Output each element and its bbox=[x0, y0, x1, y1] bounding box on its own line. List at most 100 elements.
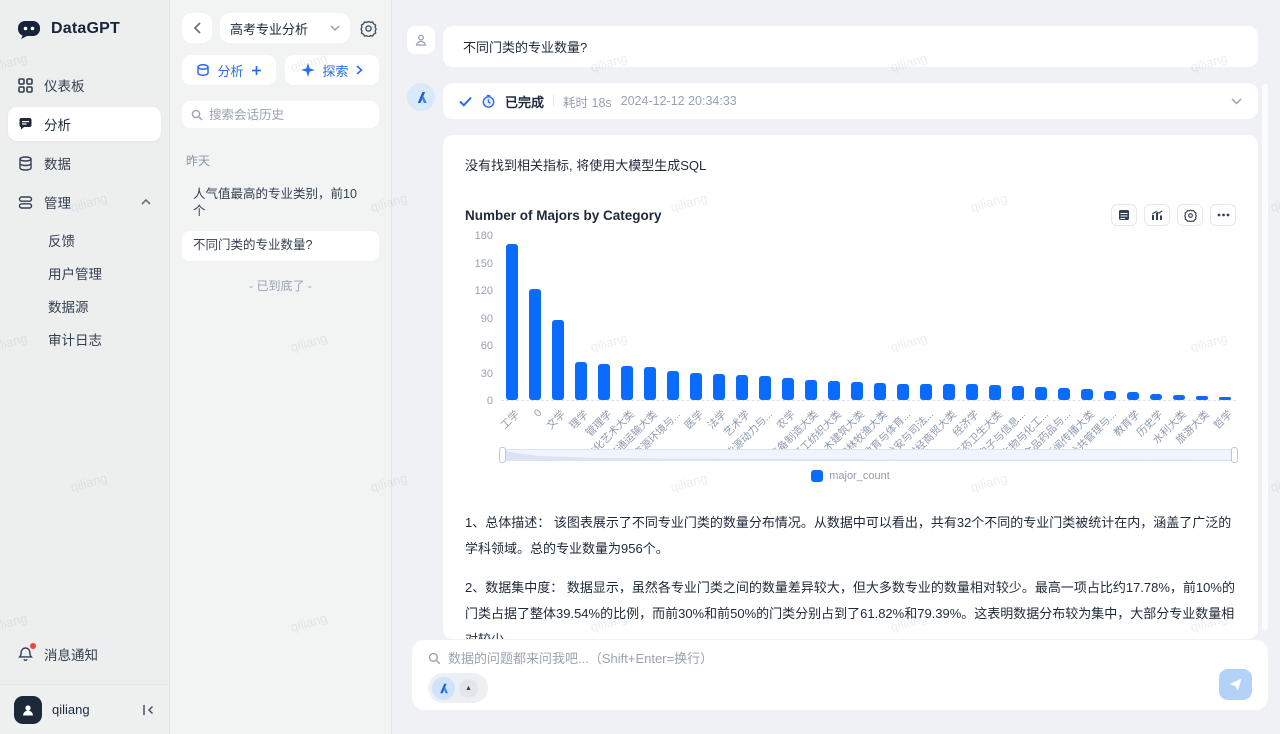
bar[interactable] bbox=[552, 320, 564, 400]
bar-slot: 生物与化工... bbox=[1029, 236, 1052, 400]
bar[interactable] bbox=[1081, 389, 1093, 400]
chart-legend[interactable]: major_count bbox=[465, 470, 1236, 482]
bar[interactable] bbox=[1219, 397, 1231, 400]
bar[interactable] bbox=[920, 384, 932, 401]
sidebar-item-user-management[interactable]: 用户管理 bbox=[8, 257, 161, 289]
legend-swatch bbox=[811, 470, 823, 482]
send-button[interactable] bbox=[1219, 669, 1252, 700]
bar-slot: 农学 bbox=[777, 236, 800, 400]
task-status-card[interactable]: 已完成 耗时 18s 2024-12-12 20:34:33 bbox=[443, 83, 1258, 119]
bar[interactable] bbox=[667, 371, 679, 400]
bar[interactable] bbox=[1104, 391, 1116, 400]
bar[interactable] bbox=[805, 380, 817, 400]
analysis-button[interactable]: 分析 bbox=[182, 55, 276, 85]
explore-button[interactable]: 探索 bbox=[285, 55, 379, 85]
sidebar-item-data[interactable]: 数据 bbox=[8, 146, 161, 180]
datazoom-slider[interactable] bbox=[501, 449, 1236, 461]
bar[interactable] bbox=[828, 381, 840, 400]
bar-chart: 0306090120150180 工学0文学理学管理学文化艺术大类交通运输大类资… bbox=[465, 236, 1236, 401]
composer: ▲ bbox=[412, 640, 1268, 710]
search-icon bbox=[191, 109, 203, 121]
bar-slot: 土木建筑大类 bbox=[846, 236, 869, 400]
x-axis-label: 文学 bbox=[544, 407, 569, 432]
y-axis-tick: 90 bbox=[481, 313, 493, 325]
bar[interactable] bbox=[1173, 395, 1185, 400]
workspace-select[interactable]: 高考专业分析 bbox=[220, 13, 350, 43]
question-input[interactable] bbox=[448, 651, 1252, 666]
chart-settings-button[interactable] bbox=[1177, 204, 1203, 226]
y-axis-tick: 60 bbox=[481, 340, 493, 352]
bar-slot: 食品药品与... bbox=[1052, 236, 1075, 400]
bar[interactable] bbox=[690, 373, 702, 401]
bar[interactable] bbox=[897, 384, 909, 401]
table-view-button[interactable] bbox=[1111, 204, 1137, 226]
bar-slot: 理学 bbox=[570, 236, 593, 400]
bar[interactable] bbox=[989, 385, 1001, 400]
sidebar-item-dashboard[interactable]: 仪表板 bbox=[8, 68, 161, 102]
bar[interactable] bbox=[621, 366, 633, 400]
collapse-sidebar-icon[interactable] bbox=[142, 704, 155, 716]
settings-button[interactable] bbox=[358, 18, 379, 39]
back-button[interactable] bbox=[182, 13, 212, 43]
datazoom-left-handle[interactable] bbox=[499, 447, 506, 463]
analysis-text: 1、总体描述： 该图表展示了不同专业门类的数量分布情况。从数据中可以看出，共有3… bbox=[465, 510, 1236, 639]
bar[interactable] bbox=[1012, 386, 1024, 400]
sidebar-item-audit-log[interactable]: 审计日志 bbox=[8, 323, 161, 355]
bar-slot: 经济学 bbox=[960, 236, 983, 400]
app-root: DataGPT 仪表板 分析 数据 管理 反馈 用户管理 bbox=[0, 0, 1280, 734]
bar[interactable] bbox=[1150, 394, 1162, 400]
conversation-search-input[interactable] bbox=[209, 108, 370, 122]
x-axis-label: 哲学 bbox=[1210, 407, 1235, 432]
conversation-title: 人气值最高的专业类别，前10个 bbox=[193, 186, 368, 220]
user-avatar[interactable] bbox=[14, 696, 42, 724]
bar[interactable] bbox=[759, 376, 771, 400]
conversation-item-active[interactable]: 不同门类的专业数量? bbox=[182, 231, 379, 261]
datazoom-right-handle[interactable] bbox=[1231, 447, 1238, 463]
notifications-button[interactable]: 消息通知 bbox=[8, 634, 161, 674]
sidebar-item-admin[interactable]: 管理 bbox=[8, 185, 161, 219]
bar[interactable] bbox=[966, 384, 978, 400]
sidebar-item-analysis[interactable]: 分析 bbox=[8, 107, 161, 141]
scrollbar-thumb[interactable] bbox=[1262, 84, 1268, 630]
bar[interactable] bbox=[1196, 396, 1208, 400]
bar[interactable] bbox=[851, 382, 863, 400]
bar[interactable] bbox=[782, 378, 794, 400]
chart-type-button[interactable] bbox=[1144, 204, 1170, 226]
bar-slot: 文化艺术大类 bbox=[616, 236, 639, 400]
bell-icon bbox=[18, 646, 33, 662]
sidebar-item-datasource[interactable]: 数据源 bbox=[8, 290, 161, 322]
chart-header: Number of Majors by Category bbox=[465, 204, 1236, 226]
end-of-list-label: - 已到底了 - bbox=[182, 277, 379, 294]
conversation-item[interactable]: 人气值最高的专业类别，前10个 bbox=[182, 181, 379, 225]
more-options-button[interactable] bbox=[1210, 204, 1236, 226]
bar[interactable] bbox=[943, 384, 955, 400]
sidebar-item-feedback[interactable]: 反馈 bbox=[8, 224, 161, 256]
bar[interactable] bbox=[1058, 388, 1070, 400]
bar-slot: 旅游大类 bbox=[1190, 236, 1213, 400]
bar[interactable] bbox=[529, 289, 541, 400]
bar[interactable] bbox=[598, 364, 610, 400]
divider bbox=[553, 95, 554, 107]
bar[interactable] bbox=[575, 362, 587, 400]
bar-slot: 0 bbox=[524, 236, 547, 400]
bar[interactable] bbox=[736, 375, 748, 400]
x-axis-label: 医学 bbox=[681, 407, 706, 432]
brand-row: DataGPT bbox=[8, 12, 161, 68]
ai-avatar bbox=[407, 83, 435, 111]
bar[interactable] bbox=[644, 367, 656, 400]
conversation-search[interactable] bbox=[182, 101, 379, 128]
server-stack-icon bbox=[18, 195, 33, 210]
panel-actions: 分析 探索 bbox=[182, 55, 379, 85]
bar-slot: 历史学 bbox=[1144, 236, 1167, 400]
bar[interactable] bbox=[1035, 387, 1047, 400]
bar-slot: 医药卫生大类 bbox=[983, 236, 1006, 400]
bar[interactable] bbox=[874, 383, 886, 400]
bar[interactable] bbox=[1127, 392, 1139, 400]
chevron-down-icon[interactable] bbox=[1231, 98, 1242, 105]
bar-slot: 新闻传播大类 bbox=[1075, 236, 1098, 400]
bar[interactable] bbox=[506, 244, 518, 400]
bar[interactable] bbox=[713, 374, 725, 400]
model-selector[interactable]: ▲ bbox=[428, 673, 488, 703]
bar-slot: 教育与体育... bbox=[891, 236, 914, 400]
explore-label: 探索 bbox=[322, 61, 348, 80]
